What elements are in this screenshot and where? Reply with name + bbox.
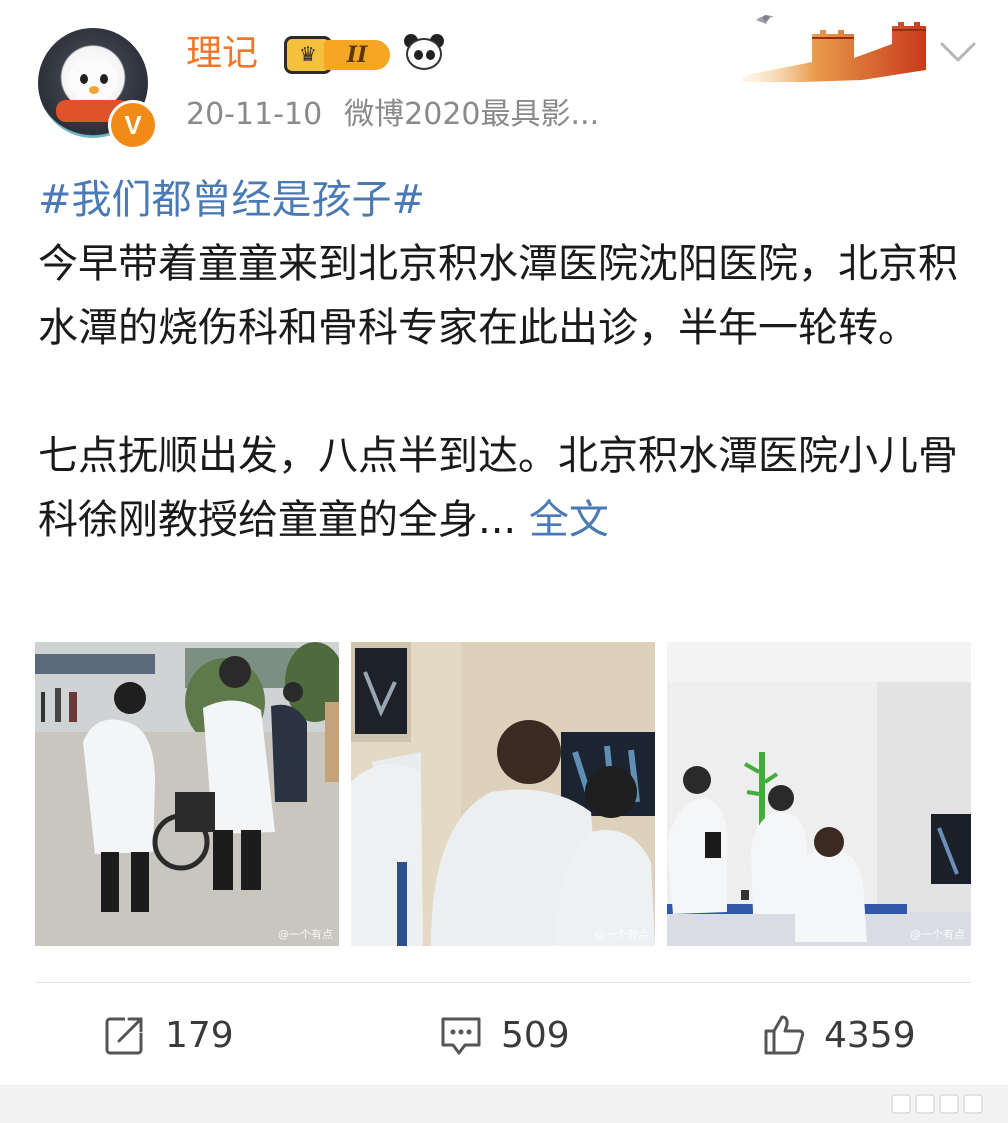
panda-eye bbox=[414, 50, 423, 60]
topic-link[interactable]: #我们都曾经是孩子# bbox=[38, 177, 425, 223]
photo-watermark: @一个有点 bbox=[910, 928, 965, 941]
like-button[interactable]: 4359 bbox=[762, 1010, 916, 1060]
post-content: #我们都曾经是孩子# 今早带着童童来到北京积水潭医院沈阳医院，北京积水潭的烧伤科… bbox=[38, 168, 978, 552]
photo-2[interactable]: @一个有点 bbox=[351, 642, 655, 946]
comment-button[interactable]: 509 bbox=[439, 1010, 570, 1060]
scroll-indicator-icon bbox=[891, 1094, 983, 1114]
bottom-bar bbox=[0, 1085, 1008, 1123]
verified-badge-icon: V bbox=[108, 100, 158, 150]
repost-icon bbox=[105, 1015, 145, 1055]
photo-1[interactable]: @一个有点 bbox=[35, 642, 339, 946]
avatar-beak bbox=[89, 86, 99, 94]
comment-count: 509 bbox=[501, 1014, 570, 1056]
panda-icon bbox=[402, 34, 446, 74]
photo-watermark: @一个有点 bbox=[278, 928, 333, 941]
avatar-eye bbox=[100, 74, 108, 84]
full-text-link[interactable]: 全文 bbox=[529, 497, 609, 543]
topic-line: #我们都曾经是孩子# bbox=[38, 168, 978, 232]
weibo-post-card: V 理记 ♛ II 20-11-10 微博2020最具影... #我们都曾经是孩… bbox=[0, 0, 1008, 1085]
like-count: 4359 bbox=[824, 1014, 916, 1056]
paragraph-2-text: 七点抚顺出发，八点半到达。北京积水潭医院小儿骨科徐刚教授给童童的全身... bbox=[38, 433, 958, 543]
paragraph-2: 七点抚顺出发，八点半到达。北京积水潭医院小儿骨科徐刚教授给童童的全身... 全文 bbox=[38, 424, 978, 552]
photo-watermark: @一个有点 bbox=[594, 928, 649, 941]
post-time: 20-11-10 bbox=[186, 97, 323, 132]
post-meta: 20-11-10 微博2020最具影... bbox=[186, 95, 599, 135]
username[interactable]: 理记 bbox=[186, 30, 258, 78]
photo-grid: @一个有点 @一个有点 @一个有点 bbox=[35, 642, 971, 946]
panda-head bbox=[406, 38, 442, 70]
photo-3[interactable]: @一个有点 bbox=[667, 642, 971, 946]
repost-button[interactable]: 179 bbox=[103, 1010, 234, 1060]
avatar-eye bbox=[80, 74, 88, 84]
avatar-face bbox=[68, 58, 118, 102]
level-label: II bbox=[324, 40, 390, 70]
like-icon bbox=[764, 1015, 805, 1055]
repost-count: 179 bbox=[165, 1014, 234, 1056]
paragraph-1: 今早带着童童来到北京积水潭医院沈阳医院，北京积水潭的烧伤科和骨科专家在此出诊，半… bbox=[38, 241, 958, 351]
action-bar: 179 509 4359 bbox=[0, 1000, 1008, 1070]
great-wall-icon bbox=[742, 4, 930, 84]
panda-eye bbox=[426, 50, 435, 60]
comment-icon bbox=[441, 1017, 481, 1055]
chevron-down-icon[interactable] bbox=[938, 38, 978, 68]
divider bbox=[35, 982, 971, 983]
crown-level-icon[interactable]: ♛ II bbox=[284, 36, 394, 74]
post-source[interactable]: 微博2020最具影... bbox=[344, 97, 599, 132]
